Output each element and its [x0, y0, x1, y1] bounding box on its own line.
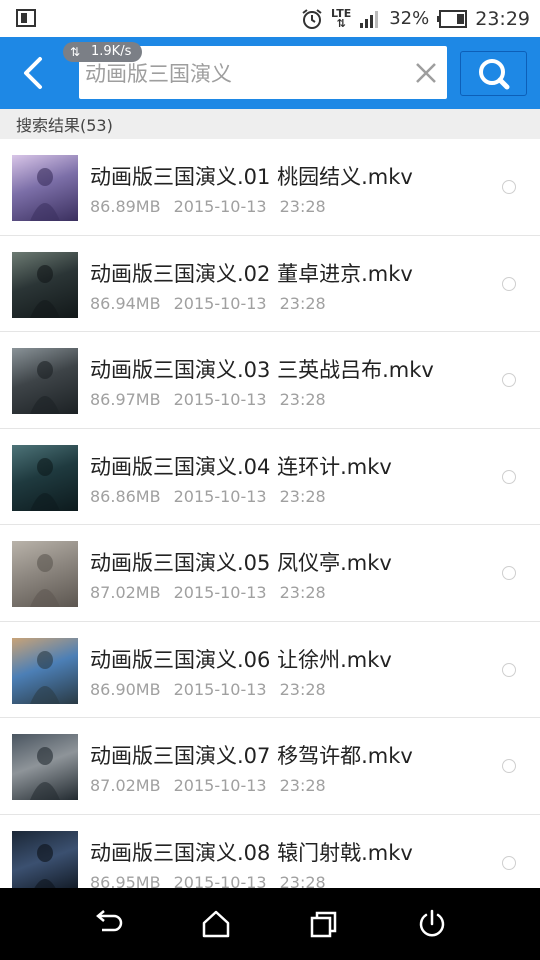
battery-icon — [437, 9, 468, 28]
home-icon[interactable] — [200, 908, 232, 940]
select-radio[interactable] — [502, 566, 516, 580]
list-item[interactable]: 动画版三国演义.03 三英战吕布.mkv 86.97MB 2015-10-13 23:… — [0, 332, 540, 429]
battery-percent: 32% — [389, 8, 430, 29]
search-button[interactable] — [460, 51, 527, 96]
list-item[interactable]: 动画版三国演义.02 董卓进京.mkv 86.94MB 2015-10-13 23:2… — [0, 236, 540, 332]
file-meta: 87.02MB 2015-10-13 23:28 — [90, 776, 339, 795]
file-size: 86.94MB — [90, 293, 161, 313]
video-thumbnail — [12, 348, 78, 414]
file-meta: 86.97MB 2015-10-13 23:28 — [90, 390, 339, 409]
results-count: 搜索结果(53) — [16, 116, 113, 135]
file-meta: 86.95MB 2015-10-13 23:28 — [90, 873, 339, 889]
clear-icon[interactable] — [413, 60, 439, 86]
file-date: 2015-10-13 — [173, 293, 267, 313]
file-name: 动画版三国演义.08 辕门射戟.mkv — [90, 840, 413, 865]
search-input[interactable] — [85, 58, 405, 88]
video-thumbnail — [12, 637, 78, 704]
file-size: 86.95MB — [90, 872, 161, 889]
file-size: 87.02MB — [90, 776, 161, 795]
clock: 23:29 — [475, 7, 530, 30]
file-name: 动画版三国演义.05 凤仪亭.mkv — [90, 551, 392, 575]
video-thumbnail — [12, 734, 78, 800]
list-item[interactable]: 动画版三国演义.05 凤仪亭.mkv 87.02MB 2015-10-13 23:28 — [0, 525, 540, 622]
file-meta: 86.86MB 2015-10-13 23:28 — [90, 487, 339, 506]
video-thumbnail — [12, 155, 78, 221]
file-name: 动画版三国演义.01 桃园结义.mkv — [90, 165, 413, 189]
speed-text: 1.9K/s — [91, 44, 132, 59]
thumbnail-figure — [30, 361, 60, 414]
search-header: ⇅ 1.9K/s — [0, 37, 540, 109]
file-meta: 87.02MB 2015-10-13 23:28 — [90, 583, 339, 602]
lte-icon: LTE ⇅ — [331, 6, 352, 30]
file-time: 23:28 — [279, 679, 326, 699]
results-bar: 搜索结果(53) — [0, 109, 540, 139]
file-time: 23:28 — [279, 293, 326, 313]
list-item[interactable]: 动画版三国演义.07 移驾许都.mkv 87.02MB 2015-10-13 23:2… — [0, 718, 540, 815]
file-name: 动画版三国演义.03 三英战吕布.mkv — [90, 358, 434, 382]
file-time: 23:28 — [279, 486, 326, 506]
file-meta: 86.90MB 2015-10-13 23:28 — [90, 680, 339, 699]
select-radio[interactable] — [502, 662, 516, 677]
file-size: 87.02MB — [90, 583, 161, 602]
select-radio[interactable] — [502, 276, 516, 291]
status-bar: LTE ⇅ 32% 23:29 — [0, 0, 540, 37]
file-meta: 86.94MB 2015-10-13 23:28 — [90, 294, 339, 313]
file-meta: 86.89MB 2015-10-13 23:28 — [90, 197, 339, 216]
list-item[interactable]: 动画版三国演义.04 连环计.mkv 86.86MB 2015-10-13 23:28 — [0, 429, 540, 525]
signal-icon — [360, 10, 379, 28]
file-name: 动画版三国演义.07 移驾许都.mkv — [90, 744, 413, 768]
file-time: 23:28 — [279, 583, 326, 602]
network-speed-badge: ⇅ 1.9K/s — [63, 42, 143, 62]
file-date: 2015-10-13 — [173, 486, 267, 506]
file-date: 2015-10-13 — [173, 583, 267, 602]
alarm-icon — [302, 8, 322, 29]
back-icon[interactable] — [92, 908, 124, 940]
file-name: 动画版三国演义.04 连环计.mkv — [90, 454, 392, 479]
thumbnail-figure — [34, 843, 56, 888]
select-radio[interactable] — [502, 180, 516, 194]
navigation-bar — [0, 888, 540, 960]
thumbnail-figure — [30, 554, 60, 607]
video-thumbnail — [12, 251, 78, 318]
sim-icon — [16, 9, 36, 27]
back-arrow-icon[interactable] — [14, 53, 54, 93]
file-size: 86.89MB — [90, 197, 161, 216]
video-thumbnail — [12, 541, 78, 607]
thumbnail-figure — [30, 457, 60, 511]
select-radio[interactable] — [502, 855, 516, 870]
thumbnail-figure — [30, 650, 60, 704]
file-size: 86.97MB — [90, 390, 161, 409]
file-name: 动画版三国演义.02 董卓进京.mkv — [90, 261, 413, 286]
file-name: 动画版三国演义.06 让徐州.mkv — [90, 647, 392, 672]
list-item[interactable]: 动画版三国演义.01 桃园结义.mkv 86.89MB 2015-10-13 23:2… — [0, 139, 540, 236]
result-list: 动画版三国演义.01 桃园结义.mkv 86.89MB 2015-10-13 23:2… — [0, 139, 540, 888]
list-item[interactable]: 动画版三国演义.06 让徐州.mkv 86.90MB 2015-10-13 23:28 — [0, 622, 540, 718]
select-radio[interactable] — [502, 373, 516, 387]
thumbnail-figure — [30, 264, 60, 318]
list-item[interactable]: 动画版三国演义.08 辕门射戟.mkv 86.95MB 2015-10-13 23:2… — [0, 815, 540, 889]
thumbnail-figure — [30, 168, 60, 221]
file-size: 86.86MB — [90, 486, 161, 506]
file-time: 23:28 — [279, 197, 326, 216]
search-icon — [479, 59, 510, 90]
video-thumbnail — [12, 830, 78, 888]
file-date: 2015-10-13 — [173, 197, 267, 216]
file-date: 2015-10-13 — [173, 679, 267, 699]
thumbnail-figure — [30, 747, 60, 800]
file-date: 2015-10-13 — [173, 776, 267, 795]
file-size: 86.90MB — [90, 679, 161, 699]
video-thumbnail — [12, 444, 78, 511]
file-date: 2015-10-13 — [173, 872, 267, 889]
file-time: 23:28 — [279, 872, 326, 889]
transfer-arrows-icon: ⇅ — [70, 45, 81, 59]
file-date: 2015-10-13 — [173, 390, 267, 409]
select-radio[interactable] — [502, 759, 516, 773]
recent-apps-icon[interactable] — [308, 908, 340, 940]
power-icon[interactable] — [416, 908, 448, 940]
file-time: 23:28 — [279, 390, 326, 409]
file-time: 23:28 — [279, 776, 326, 795]
select-radio[interactable] — [502, 469, 516, 484]
